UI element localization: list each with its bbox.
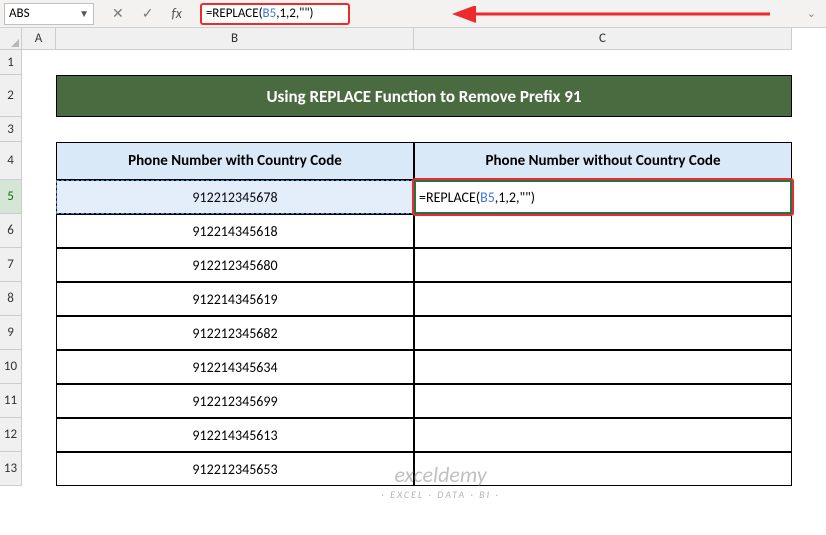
name-box-value: ABS [9, 6, 30, 21]
header-cell-B4[interactable]: Phone Number with Country Code [56, 142, 414, 180]
cell-B12[interactable]: 912214345613 [56, 418, 414, 452]
cell-C11[interactable] [414, 384, 792, 418]
row-header-6[interactable]: 6 [0, 214, 22, 248]
column-headers: A B C [22, 28, 826, 50]
row-header-3[interactable]: 3 [0, 117, 22, 142]
title-cell[interactable]: Using REPLACE Function to Remove Prefix … [56, 75, 792, 117]
cell-C6[interactable] [414, 214, 792, 248]
watermark-line1: exceldemy [394, 461, 486, 488]
cell-B5[interactable]: 912212345678 [56, 180, 414, 214]
watermark: exceldemy · EXCEL · DATA · BI · [381, 461, 500, 501]
watermark-line2: · EXCEL · DATA · BI · [381, 488, 500, 501]
cell-C8[interactable] [414, 282, 792, 316]
formula-bar: ABS ▼ ✕ ✓ fx =REPLACE(B5,1,2,"") ⌄ [0, 0, 826, 28]
row-header-4[interactable]: 4 [0, 142, 22, 180]
enter-icon[interactable]: ✓ [142, 5, 154, 22]
row-header-5[interactable]: 5 [0, 180, 22, 214]
select-all-corner[interactable] [0, 28, 22, 50]
chevron-down-icon[interactable]: ▼ [79, 7, 89, 20]
header-C-text: Phone Number without Country Code [485, 152, 720, 170]
formula-bar-icons: ✕ ✓ fx [112, 5, 182, 22]
c5-formula-suffix: ,1,2,"") [495, 189, 535, 206]
cell-C5[interactable]: =REPLACE(B5,1,2,"") [414, 180, 792, 214]
cell-C9[interactable] [414, 316, 792, 350]
cell-C7[interactable] [414, 248, 792, 282]
header-cell-C4[interactable]: Phone Number without Country Code [414, 142, 792, 180]
cell-B8[interactable]: 912214345619 [56, 282, 414, 316]
cell-B7[interactable]: 912212345680 [56, 248, 414, 282]
col-header-B[interactable]: B [56, 28, 414, 50]
name-box[interactable]: ABS ▼ [4, 3, 94, 25]
row-header-13[interactable]: 13 [0, 452, 22, 486]
cell-B11[interactable]: 912212345699 [56, 384, 414, 418]
cell-B13[interactable]: 912212345653 [56, 452, 414, 486]
row-header-11[interactable]: 11 [0, 384, 22, 418]
row-header-10[interactable]: 10 [0, 350, 22, 384]
expand-formula-bar-icon[interactable]: ⌄ [807, 7, 822, 20]
row-header-2[interactable]: 2 [0, 75, 22, 117]
cancel-icon[interactable]: ✕ [112, 5, 124, 22]
row-header-9[interactable]: 9 [0, 316, 22, 350]
formula-text-suffix: ,1,2,"") [276, 6, 313, 21]
cell-B9[interactable]: 912212345682 [56, 316, 414, 350]
col-header-A[interactable]: A [22, 28, 56, 50]
cell-C10[interactable] [414, 350, 792, 384]
formula-text-ref: B5 [263, 6, 277, 21]
header-B-text: Phone Number with Country Code [128, 152, 342, 170]
row-header-7[interactable]: 7 [0, 248, 22, 282]
row-header-8[interactable]: 8 [0, 282, 22, 316]
cell-B10[interactable]: 912214345634 [56, 350, 414, 384]
title-text: Using REPLACE Function to Remove Prefix … [266, 86, 581, 107]
col-header-C[interactable]: C [414, 28, 792, 50]
spreadsheet-grid: 1 2 3 4 5 6 7 8 9 10 11 12 13 A B C Usin… [0, 28, 826, 535]
row-header-1[interactable]: 1 [0, 50, 22, 75]
c5-formula-prefix: =REPLACE( [419, 189, 480, 206]
fx-icon[interactable]: fx [171, 5, 181, 22]
formula-text-prefix: =REPLACE( [206, 6, 263, 21]
formula-input[interactable]: =REPLACE(B5,1,2,"") [200, 3, 350, 25]
row-header-12[interactable]: 12 [0, 418, 22, 452]
c5-formula-ref: B5 [480, 189, 495, 206]
cell-C12[interactable] [414, 418, 792, 452]
cell-B6[interactable]: 912214345618 [56, 214, 414, 248]
